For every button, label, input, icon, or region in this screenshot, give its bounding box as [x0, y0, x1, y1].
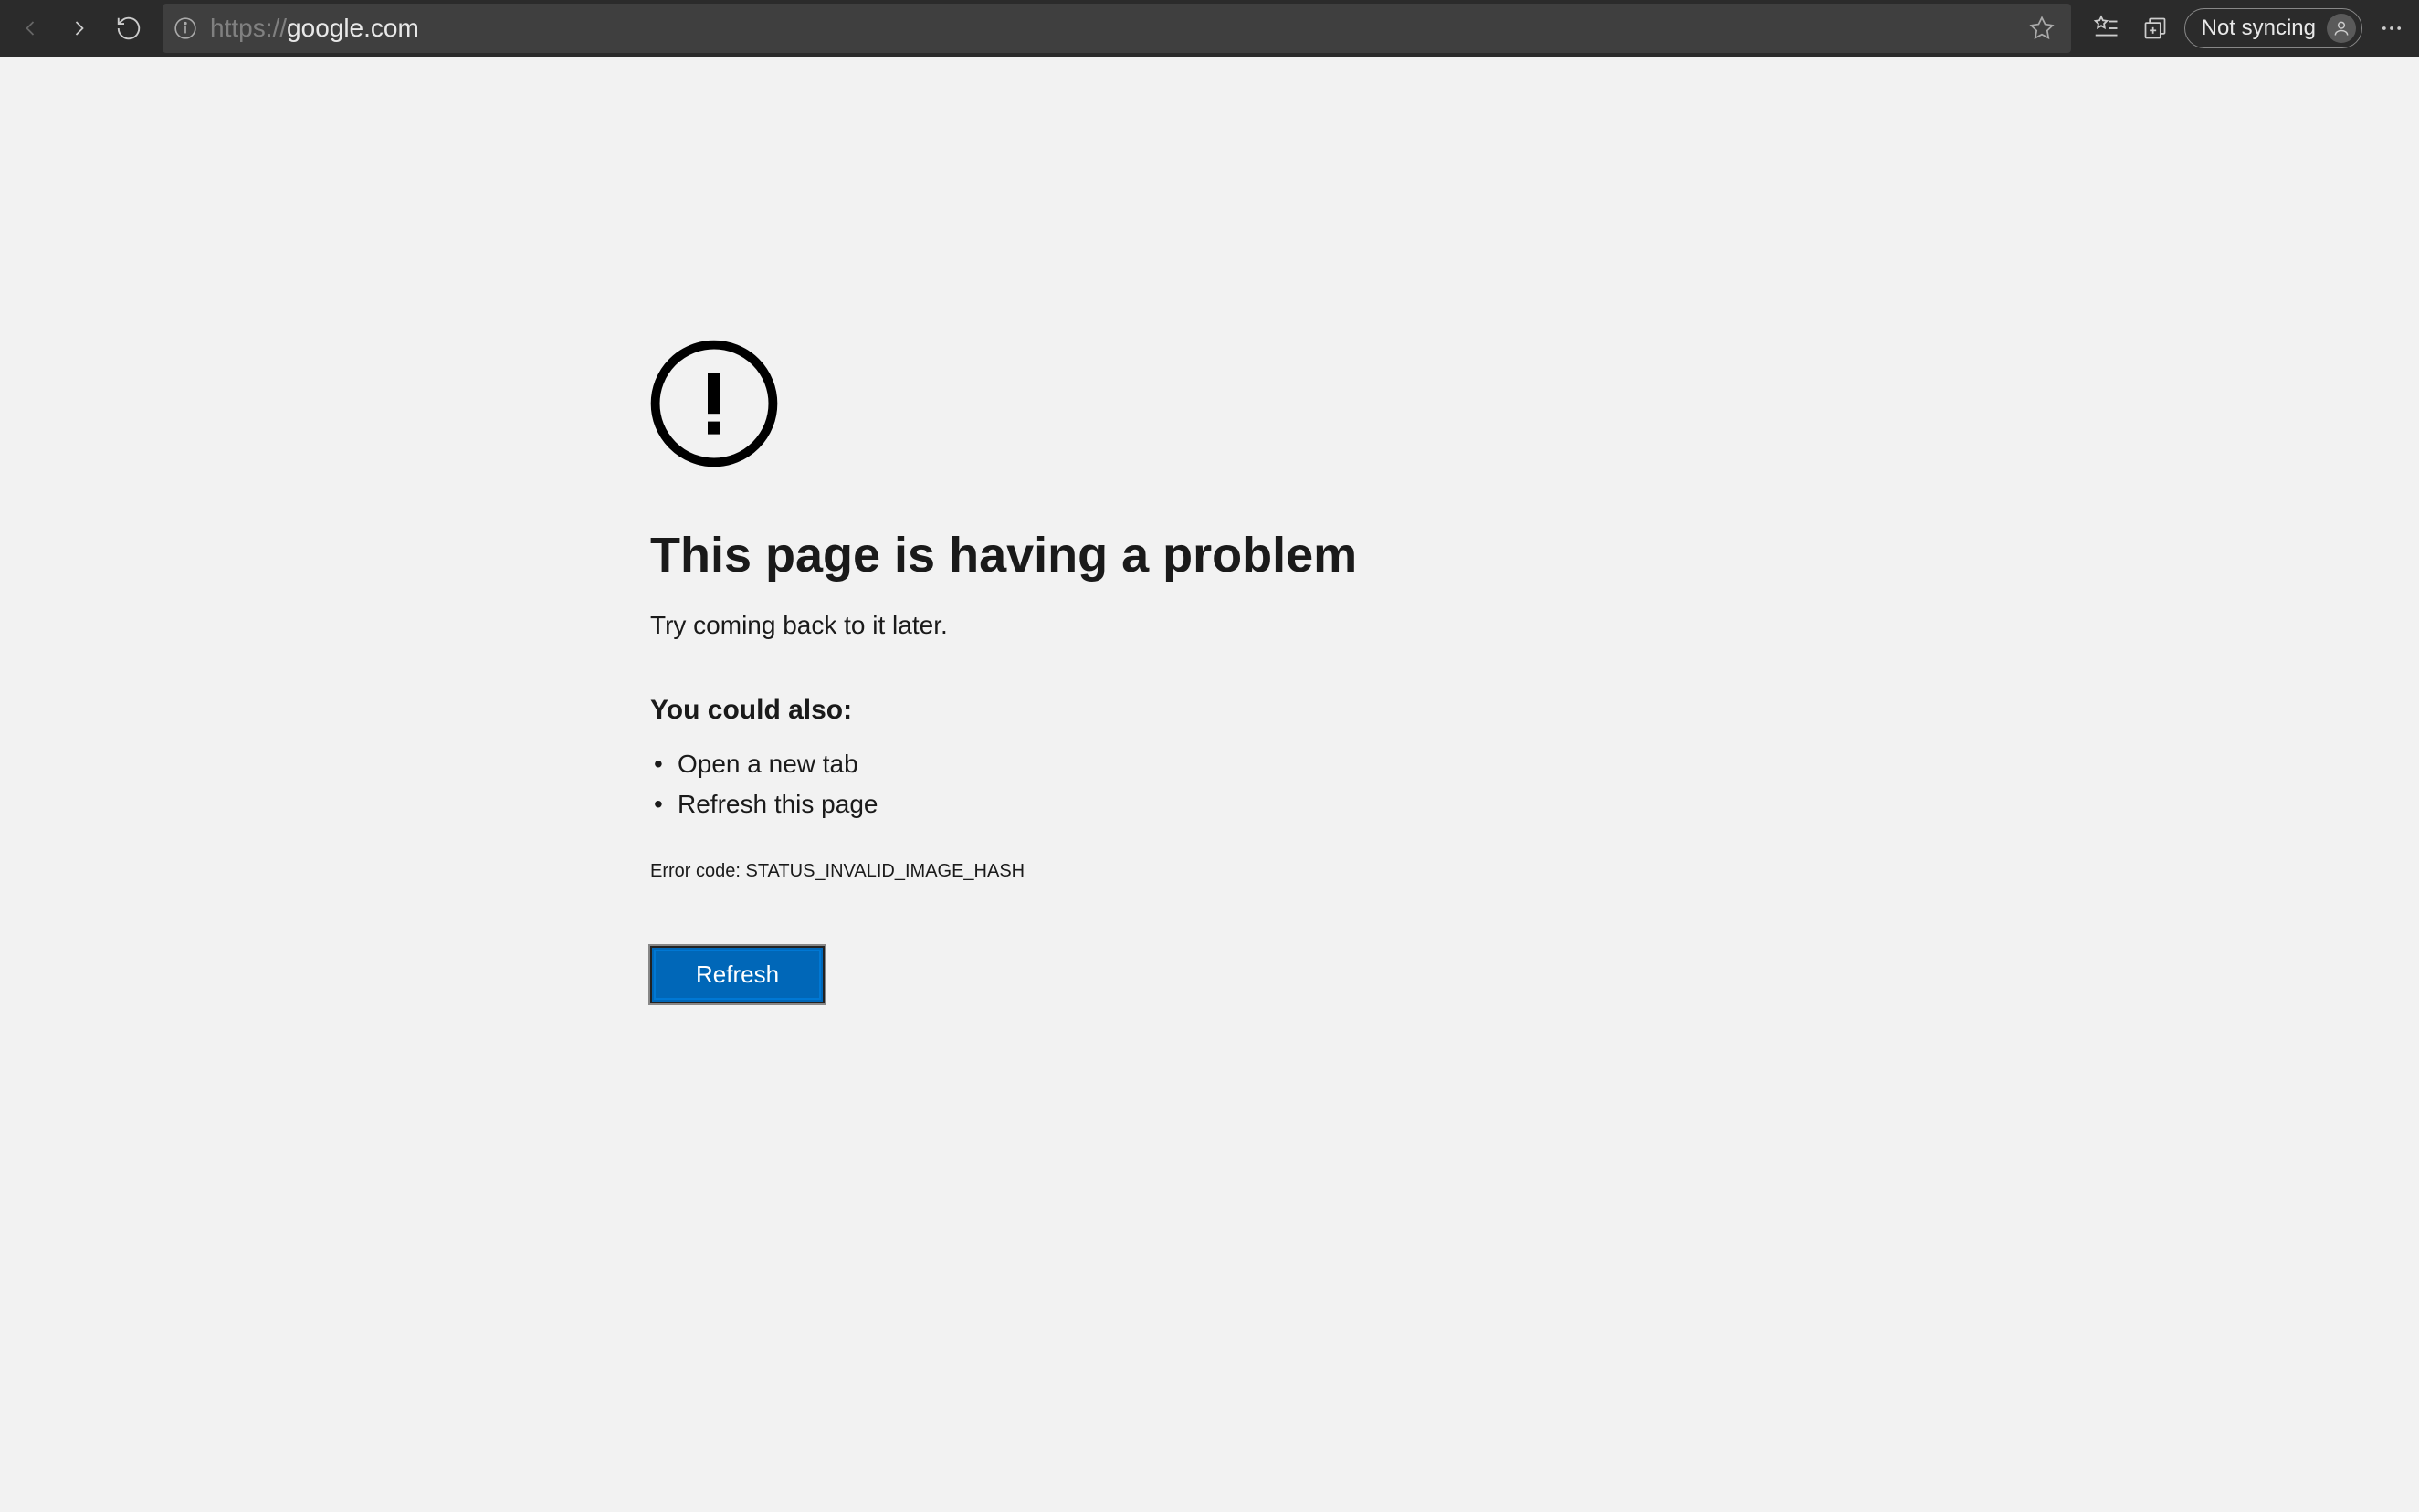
- error-code-value: STATUS_INVALID_IMAGE_HASH: [745, 861, 1025, 881]
- favorites-list-icon[interactable]: [2086, 8, 2126, 48]
- more-menu-icon[interactable]: [2372, 8, 2412, 48]
- avatar-icon: [2327, 14, 2356, 43]
- forward-button[interactable]: [57, 5, 102, 51]
- site-info-icon[interactable]: [174, 16, 197, 40]
- error-code-label: Error code:: [650, 861, 745, 881]
- url-protocol: https://: [210, 14, 287, 42]
- profile-sync-button[interactable]: Not syncing: [2184, 8, 2362, 48]
- error-subtitle: Try coming back to it later.: [650, 611, 1357, 640]
- error-title: This page is having a problem: [650, 527, 1357, 583]
- refresh-button[interactable]: Refresh: [650, 946, 825, 1003]
- warning-circle-icon: [650, 340, 1357, 472]
- favorite-star-icon[interactable]: [2024, 16, 2060, 41]
- suggestion-item: Refresh this page: [650, 784, 1357, 824]
- address-bar[interactable]: https://google.com: [163, 4, 2071, 53]
- suggestions-list: Open a new tab Refresh this page: [650, 744, 1357, 824]
- refresh-toolbar-button[interactable]: [106, 5, 152, 51]
- error-code: Error code: STATUS_INVALID_IMAGE_HASH: [650, 861, 1357, 882]
- error-panel: This page is having a problem Try coming…: [650, 340, 1357, 1512]
- toolbar-right: Not syncing: [2082, 8, 2412, 48]
- url-display[interactable]: https://google.com: [210, 14, 2011, 43]
- back-button[interactable]: [7, 5, 53, 51]
- collections-icon[interactable]: [2135, 8, 2175, 48]
- suggestions-heading: You could also:: [650, 695, 1357, 726]
- sync-status-label: Not syncing: [2202, 16, 2316, 41]
- browser-toolbar: https://google.com Not s: [0, 0, 2419, 57]
- url-domain: google.com: [287, 14, 419, 42]
- suggestion-item: Open a new tab: [650, 744, 1357, 784]
- page-content: This page is having a problem Try coming…: [0, 57, 2419, 1512]
